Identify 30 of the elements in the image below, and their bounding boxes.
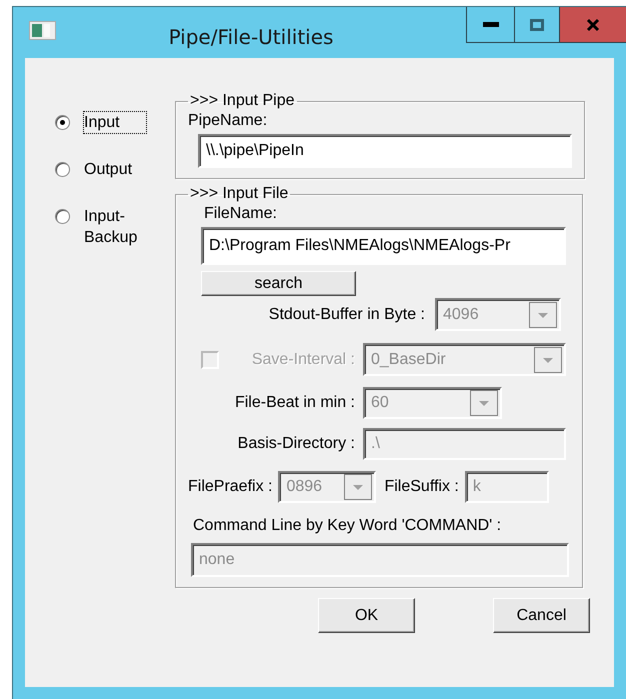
group-title: >>> Input Pipe — [189, 92, 296, 110]
minimize-icon — [482, 22, 498, 28]
field-label: FileName: — [204, 205, 277, 223]
dialog-button[interactable]: Cancel — [493, 598, 590, 633]
radio-label[interactable]: Output — [84, 159, 146, 180]
close-button[interactable] — [559, 7, 626, 43]
field-label: Command Line by Key Word 'COMMAND' : — [193, 517, 502, 535]
field-label: Stdout-Buffer in Byte : — [268, 306, 425, 324]
input-field[interactable]: \\.\pipe\PipeIn — [198, 134, 572, 168]
field-label: Save-Interval : — [250, 350, 355, 368]
radio-label[interactable]: Input-Backup — [84, 206, 146, 248]
app-icon — [29, 21, 56, 40]
radio-button[interactable] — [55, 209, 70, 224]
input-field[interactable]: D:\Program Files\NMEAlogs\NMEAlogs-Pr — [201, 227, 566, 265]
maximize-icon — [530, 18, 544, 30]
group-title: >>> Input File — [189, 185, 290, 203]
close-icon — [586, 18, 600, 32]
field-label: FilePraefix : — [188, 478, 272, 496]
minimize-button[interactable] — [466, 7, 514, 43]
radio-button[interactable] — [55, 115, 70, 130]
dialog-button[interactable]: OK — [318, 598, 415, 633]
field-label: Basis-Directory : — [236, 435, 355, 453]
field-label: PipeName: — [188, 112, 268, 130]
radio-button[interactable] — [55, 162, 70, 177]
field-label: FileSuffix : — [384, 478, 459, 496]
radio-label[interactable]: Input — [84, 112, 146, 133]
search-button[interactable]: search — [201, 271, 356, 296]
maximize-button[interactable] — [514, 7, 559, 43]
window-title: Pipe/File-Utilities — [168, 25, 334, 49]
field-label: File-Beat in min : — [234, 394, 355, 412]
